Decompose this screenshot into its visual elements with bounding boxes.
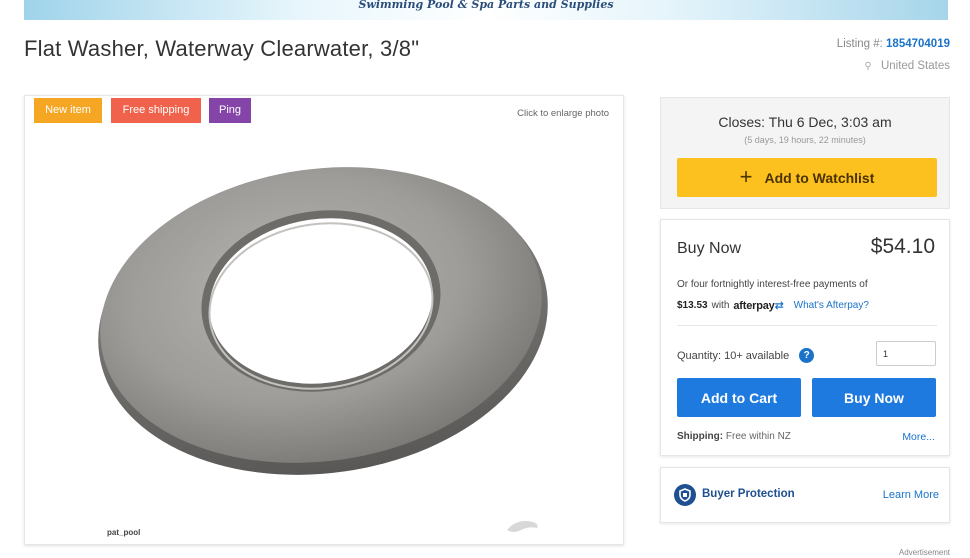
shipping-label: Shipping: xyxy=(677,431,724,442)
add-to-watchlist-button[interactable]: + Add to Watchlist xyxy=(677,158,937,197)
listing-title: Flat Washer, Waterway Clearwater, 3/8" xyxy=(24,36,420,61)
afterpay-with: with xyxy=(711,300,730,311)
badge-ping: Ping xyxy=(209,98,251,123)
location-pin-icon: ⚲ xyxy=(864,61,872,72)
afterpay-logo: afterpay⇄ xyxy=(733,299,783,312)
shield-icon xyxy=(674,484,696,506)
buy-now-button[interactable]: Buy Now xyxy=(812,378,936,417)
shipping-info: Shipping: Free within NZ xyxy=(677,431,791,442)
afterpay-amount: $13.53 xyxy=(677,300,708,311)
listing-number: Listing #: 1854704019 xyxy=(837,38,950,50)
time-remaining: (5 days, 19 hours, 22 minutes) xyxy=(744,135,866,145)
add-to-cart-button[interactable]: Add to Cart xyxy=(677,378,801,417)
auction-close-panel: Closes: Thu 6 Dec, 3:03 am (5 days, 19 h… xyxy=(660,97,950,209)
afterpay-logo-text: afterpay xyxy=(733,300,775,312)
afterpay-logo-arrows-icon: ⇄ xyxy=(774,300,784,312)
advertisement-label: Advertisement xyxy=(898,548,950,557)
quantity-input[interactable] xyxy=(876,341,936,366)
location-text: United States xyxy=(880,60,950,72)
buyer-protection-label[interactable]: Buyer Protection xyxy=(702,488,795,500)
whats-afterpay-link[interactable]: What's Afterpay? xyxy=(794,300,869,311)
listing-location: ⚲ United States xyxy=(864,60,950,72)
listing-number-value[interactable]: 1854704019 xyxy=(886,38,950,50)
afterpay-installment: $13.53 with afterpay⇄ What's Afterpay? xyxy=(677,299,869,312)
closing-time: Closes: Thu 6 Dec, 3:03 am xyxy=(718,114,892,130)
enlarge-photo-hint[interactable]: Click to enlarge photo xyxy=(517,108,609,119)
shipping-value: Free within NZ xyxy=(725,431,791,442)
photo-watermark: pat_pool xyxy=(107,528,141,537)
shrimp-watermark-icon xyxy=(507,521,538,532)
banner-text: Swimming Pool & Spa Parts and Supplies xyxy=(358,0,614,11)
buyer-protection-panel: Buyer Protection Learn More xyxy=(660,467,950,523)
badge-free-shipping: Free shipping xyxy=(111,98,201,123)
quantity-label: Quantity: 10+ available ? xyxy=(677,348,815,363)
photo-panel[interactable]: New item Free shipping Ping Click to enl… xyxy=(24,95,624,545)
listing-number-label: Listing #: xyxy=(836,38,883,50)
shipping-more-link[interactable]: More... xyxy=(902,431,935,443)
watchlist-label: Add to Watchlist xyxy=(764,169,875,186)
product-photo-washer[interactable] xyxy=(95,151,555,491)
badge-new-item: New item xyxy=(34,98,102,123)
buy-now-price: $54.10 xyxy=(870,235,935,258)
afterpay-text: Or four fortnightly interest-free paymen… xyxy=(677,279,868,290)
quantity-text: Quantity: 10+ available xyxy=(677,349,790,362)
buy-now-panel: Buy Now $54.10 Or four fortnightly inter… xyxy=(660,219,950,456)
help-icon[interactable]: ? xyxy=(799,348,815,363)
plus-icon: + xyxy=(739,163,753,189)
learn-more-link[interactable]: Learn More xyxy=(883,489,939,501)
divider xyxy=(677,325,937,326)
store-banner: Swimming Pool & Spa Parts and Supplies xyxy=(24,0,948,20)
buy-now-label: Buy Now xyxy=(677,240,742,257)
